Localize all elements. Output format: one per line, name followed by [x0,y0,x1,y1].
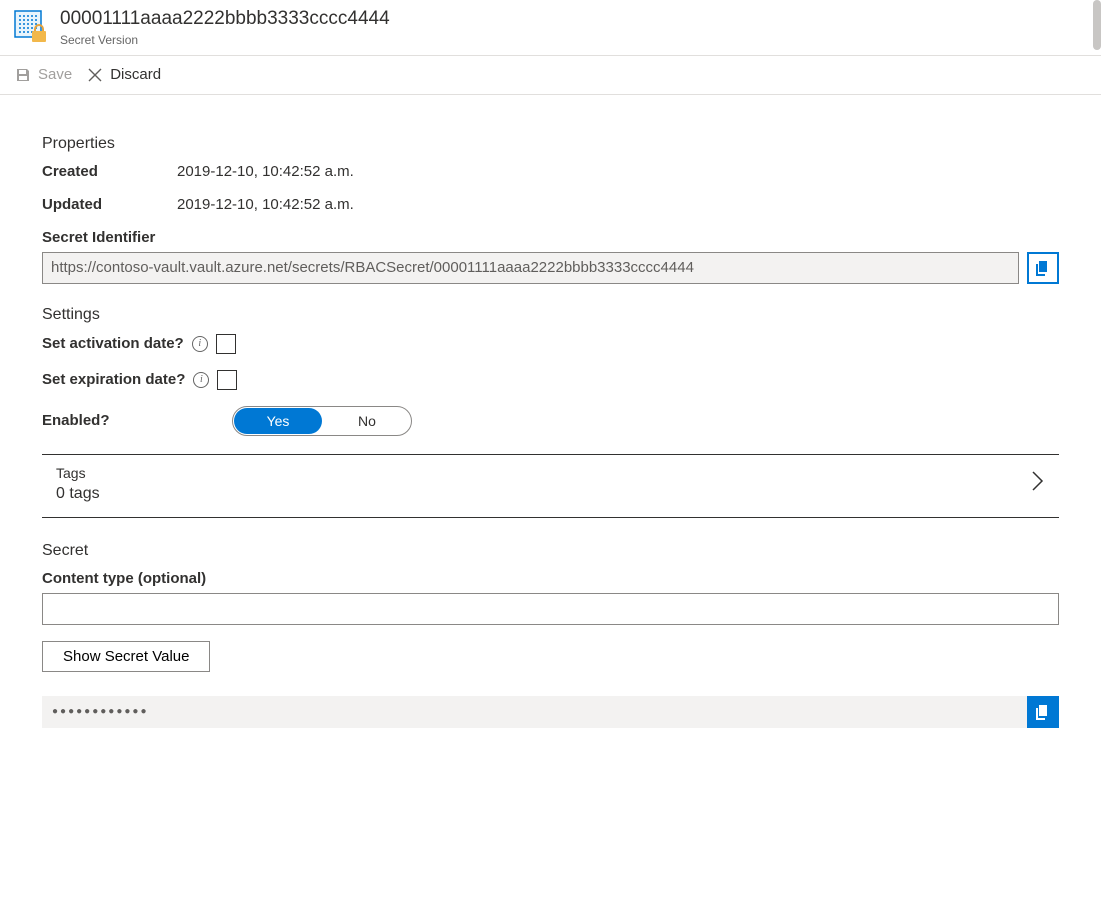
enabled-toggle[interactable]: Yes No [232,406,412,436]
tags-label: Tags [56,465,100,481]
secret-identifier-label: Secret Identifier [42,229,1059,246]
updated-value: 2019-12-10, 10:42:52 a.m. [177,196,354,213]
enabled-label: Enabled? [42,412,232,429]
scrollbar[interactable] [1093,0,1101,50]
enabled-yes[interactable]: Yes [234,408,322,434]
close-icon [86,66,104,84]
properties-heading: Properties [42,135,1059,153]
created-value: 2019-12-10, 10:42:52 a.m. [177,163,354,180]
tags-count: 0 tags [56,485,100,503]
expiration-row: Set expiration date? i [42,370,1059,390]
secret-version-icon [14,10,48,44]
created-row: Created 2019-12-10, 10:42:52 a.m. [42,163,1059,180]
enabled-row: Enabled? Yes No [42,406,1059,436]
page-title: 00001111aaaa2222bbbb3333cccc4444 [60,8,390,31]
page-header: 00001111aaaa2222bbbb3333cccc4444 Secret … [0,0,1101,56]
command-bar: Save Discard [0,56,1101,95]
created-label: Created [42,163,177,180]
activation-label: Set activation date? [42,335,184,352]
updated-label: Updated [42,196,177,213]
info-icon[interactable]: i [192,336,208,352]
secret-heading: Secret [42,542,1059,560]
content-type-label: Content type (optional) [42,570,1059,587]
updated-row: Updated 2019-12-10, 10:42:52 a.m. [42,196,1059,213]
copy-icon [1034,703,1052,721]
content-area: Properties Created 2019-12-10, 10:42:52 … [0,95,1101,748]
expiration-checkbox[interactable] [217,370,237,390]
activation-checkbox[interactable] [216,334,236,354]
save-icon [14,66,32,84]
tags-block[interactable]: Tags 0 tags [42,454,1059,518]
content-type-input[interactable] [42,593,1059,625]
copy-icon [1034,259,1052,277]
show-secret-button[interactable]: Show Secret Value [42,641,210,672]
secret-value-masked: ●●●●●●●●●●●● [42,696,1027,728]
copy-secret-button[interactable] [1027,696,1059,728]
secret-identifier-input[interactable] [42,252,1019,284]
discard-label: Discard [110,66,161,83]
expiration-label: Set expiration date? [42,371,185,388]
settings-heading: Settings [42,306,1059,324]
save-label: Save [38,66,72,83]
chevron-right-icon [1031,470,1045,498]
copy-identifier-button[interactable] [1027,252,1059,284]
page-subtitle: Secret Version [60,33,390,47]
info-icon[interactable]: i [193,372,209,388]
save-button[interactable]: Save [14,66,72,84]
enabled-no[interactable]: No [323,407,411,435]
discard-button[interactable]: Discard [86,66,161,84]
activation-row: Set activation date? i [42,334,1059,354]
